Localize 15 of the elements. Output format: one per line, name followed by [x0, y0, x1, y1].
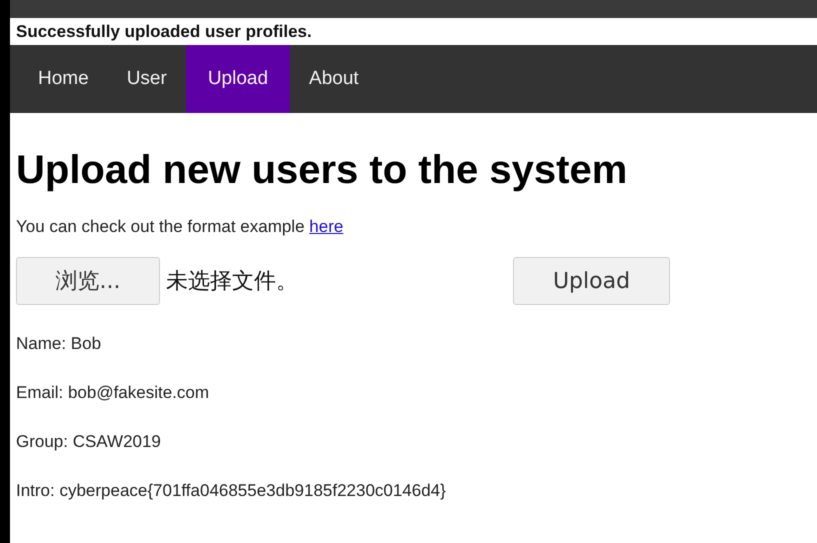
profile-line: Intro: cyberpeace{701ffa046855e3db9185f2230c0146d4} — [16, 480, 446, 500]
nav-link[interactable]: User — [108, 45, 186, 113]
nav-link[interactable]: About — [290, 45, 378, 113]
browse-button[interactable]: 浏览... — [16, 257, 160, 305]
format-text: You can check out the format example here — [16, 217, 344, 237]
upload-button[interactable]: Upload — [513, 257, 670, 305]
format-link[interactable]: here — [309, 217, 344, 236]
file-status: 未选择文件。 — [166, 268, 299, 296]
profile-line: Name: Bob — [16, 334, 102, 354]
profile-line: Email: bob@fakesite.com — [16, 382, 210, 402]
page-heading: Upload new users to the system — [16, 147, 628, 193]
nav-link[interactable]: Home — [10, 45, 108, 113]
success-message: Successfully uploaded user profiles. — [16, 22, 312, 42]
profile-line: Group: CSAW2019 — [16, 432, 161, 452]
nav-link[interactable]: Upload — [186, 45, 290, 113]
